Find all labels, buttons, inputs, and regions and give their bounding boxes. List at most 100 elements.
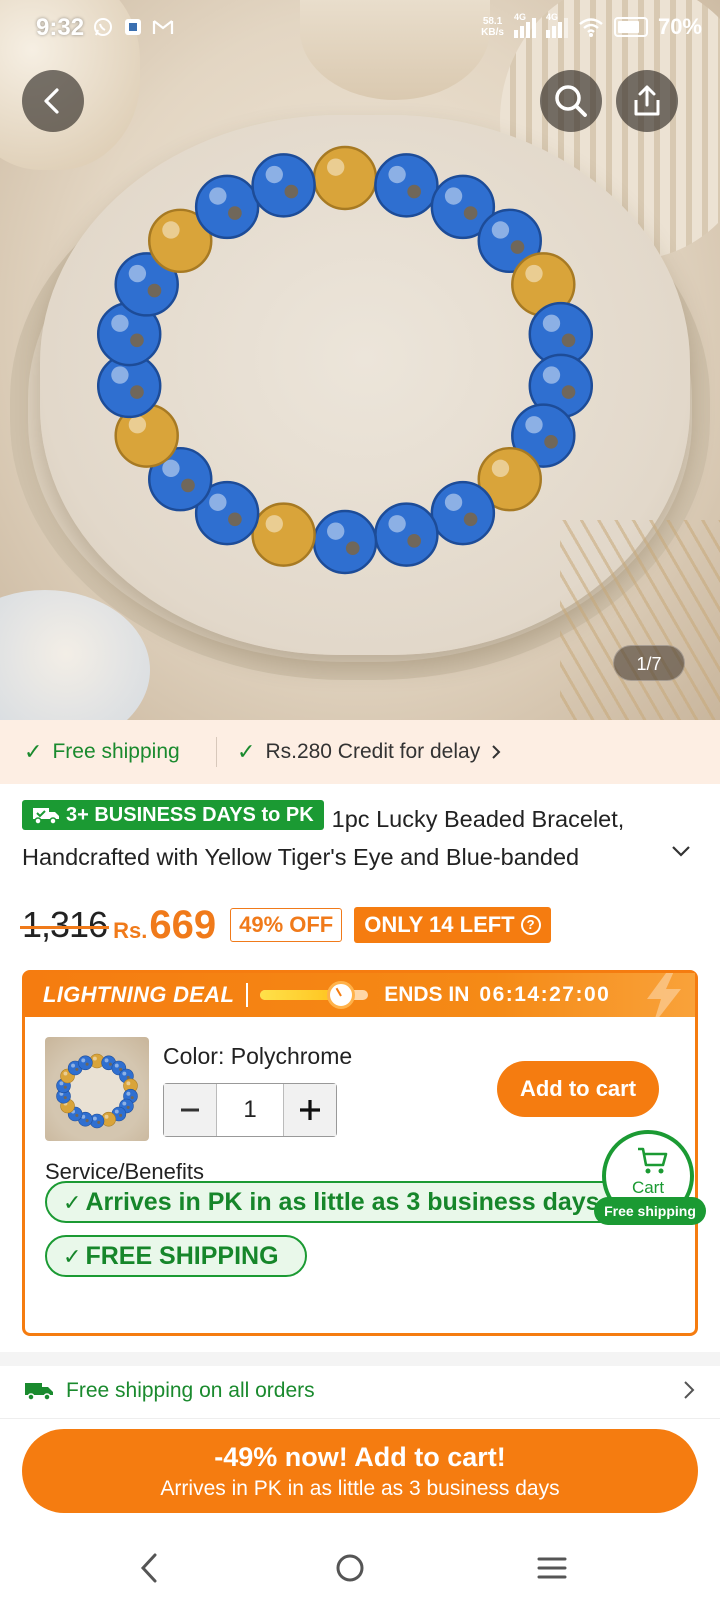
thumb-bead-highlight [81,1058,86,1063]
thumb-bead-highlight [126,1081,131,1086]
nav-menu-button[interactable] [522,1546,582,1590]
bracelet-bead-speckle [345,541,360,556]
thumb-bead-highlight [63,1071,68,1076]
add-to-cart-cta-button[interactable]: -49% now! Add to cart! Arrives in PK in … [22,1429,698,1513]
divider [216,737,217,767]
discount-badge: 49% OFF [230,908,343,942]
back-button[interactable] [22,70,84,132]
app-icon [122,16,144,38]
thumb-bead-highlight [114,1109,119,1114]
delivery-badge: 3+ BUSINESS DAYS to PK [22,800,324,830]
bracelet-bead-highlight [128,264,147,283]
bracelet-bead-highlight [388,165,406,184]
nav-menu-icon [537,1557,567,1579]
thumb-bead-highlight [92,1116,97,1121]
cart-free-shipping-badge: Free shipping [594,1197,706,1225]
bracelet-bead-highlight [491,221,510,239]
delivery-badge-label: 3+ BUSINESS DAYS to PK [66,804,314,826]
thumb-bead-speckle [97,1120,101,1124]
bracelet-bead-highlight [128,416,147,434]
thumb-bead-highlight [71,1063,76,1068]
check-icon: ✓ [63,1244,82,1269]
clock-icon [327,981,355,1009]
bracelet-bead-highlight [525,416,543,434]
bracelet-gold-bead [312,145,378,211]
nav-home-button[interactable] [320,1546,380,1590]
status-right: 58.1 KB/s 4G 4G 70% [481,12,702,40]
bracelet-bead-highlight [525,264,543,283]
signal-2-label: 4G [545,12,558,22]
thumb-bead-highlight [59,1081,64,1086]
original-price: 1,316 [19,904,110,945]
thumb-bead-speckle [75,1113,79,1117]
minus-icon [181,1108,199,1112]
bracelet-bead-speckle [228,512,242,527]
countdown-timer: 06:14:27:00 [479,983,611,1006]
free-shipping-row[interactable]: Free shipping on all orders [0,1366,720,1416]
bracelet-bead-highlight [444,493,463,511]
stock-label: ONLY 14 LEFT [364,912,515,937]
decrease-button[interactable] [164,1084,216,1136]
bracelet-bead-speckle [544,434,558,449]
section-divider [0,1352,720,1366]
color-label: Color: Polychrome [163,1043,353,1069]
thumb-bead-highlight [92,1056,97,1061]
nav-home-icon [336,1554,364,1582]
bracelet-bead-highlight [542,366,561,384]
quantity-value[interactable]: 1 [216,1084,284,1136]
bracelet-bead-highlight [265,515,283,533]
thumbnail-bracelet-icon [56,1053,138,1129]
cart-icon [638,1147,668,1174]
signal-icon: 4G [513,12,536,38]
thumb-bead-speckle [85,1062,89,1066]
cta-subtext: Arrives in PK in as little as 3 business… [160,1477,560,1500]
share-icon [634,85,660,116]
nav-back-icon [140,1553,157,1583]
speed-value: 58.1 [482,16,503,27]
add-to-cart-button[interactable]: Add to cart [497,1061,659,1117]
bracelet-bead-speckle [407,184,421,199]
truck-icon [25,1383,53,1401]
bracelet-bead-highlight [388,515,406,533]
stock-badge[interactable]: ONLY 14 LEFT ? [354,907,551,943]
plus-icon [300,1100,320,1120]
nav-back-button[interactable] [120,1546,180,1590]
bracelet-bead-speckle [561,385,576,399]
system-nav-bar [0,1522,720,1612]
notification-icons [92,16,174,38]
sale-price: 669 [149,902,217,947]
expand-title-chevron-icon[interactable] [670,840,692,862]
bracelet-bead-highlight [209,187,227,205]
bracelet-bead-highlight [209,493,227,511]
bracelet-bead-speckle [181,478,195,493]
thumb-bead-speckle [63,1085,67,1089]
bracelet-bead-highlight [327,522,345,540]
variant-thumbnail[interactable] [45,1037,149,1141]
bracelet-blue-bead [194,174,260,240]
share-button[interactable] [616,70,678,132]
bracelet-bead-highlight [265,165,283,184]
shipping-strip[interactable]: ✓ Free shipping ✓ Rs.280 Credit for dela… [0,720,720,784]
search-icon [555,85,587,117]
free-shipping-row-label: Free shipping on all orders [66,1379,315,1402]
product-image[interactable]: 1/7 [0,0,720,720]
increase-button[interactable] [284,1084,336,1136]
bracelet-bead-highlight [327,158,345,176]
bracelet-bead-highlight [491,459,510,478]
search-button[interactable] [540,70,602,132]
currency-label: Rs. [113,918,148,943]
divider [246,983,249,1007]
bracelet-bead-speckle [463,206,478,220]
lightning-bolt-icon [647,973,681,1017]
thumb-bead-speckle [63,1096,67,1100]
battery-icon [613,17,648,37]
thumb-bead-speckle [130,1096,134,1100]
truck-icon [33,808,59,825]
product-title-text: 3+ BUSINESS DAYS to PK 1pc Lucky Beaded … [22,800,672,876]
whatsapp-icon [92,16,114,38]
product-title-block[interactable]: 3+ BUSINESS DAYS to PK 1pc Lucky Beaded … [22,800,672,876]
title-fade [612,838,672,876]
speed-unit: KB/s [481,27,504,38]
delay-credit-link[interactable]: ✓ Rs.280 Credit for delay [237,739,502,765]
thumb-bead-highlight [104,1114,109,1119]
